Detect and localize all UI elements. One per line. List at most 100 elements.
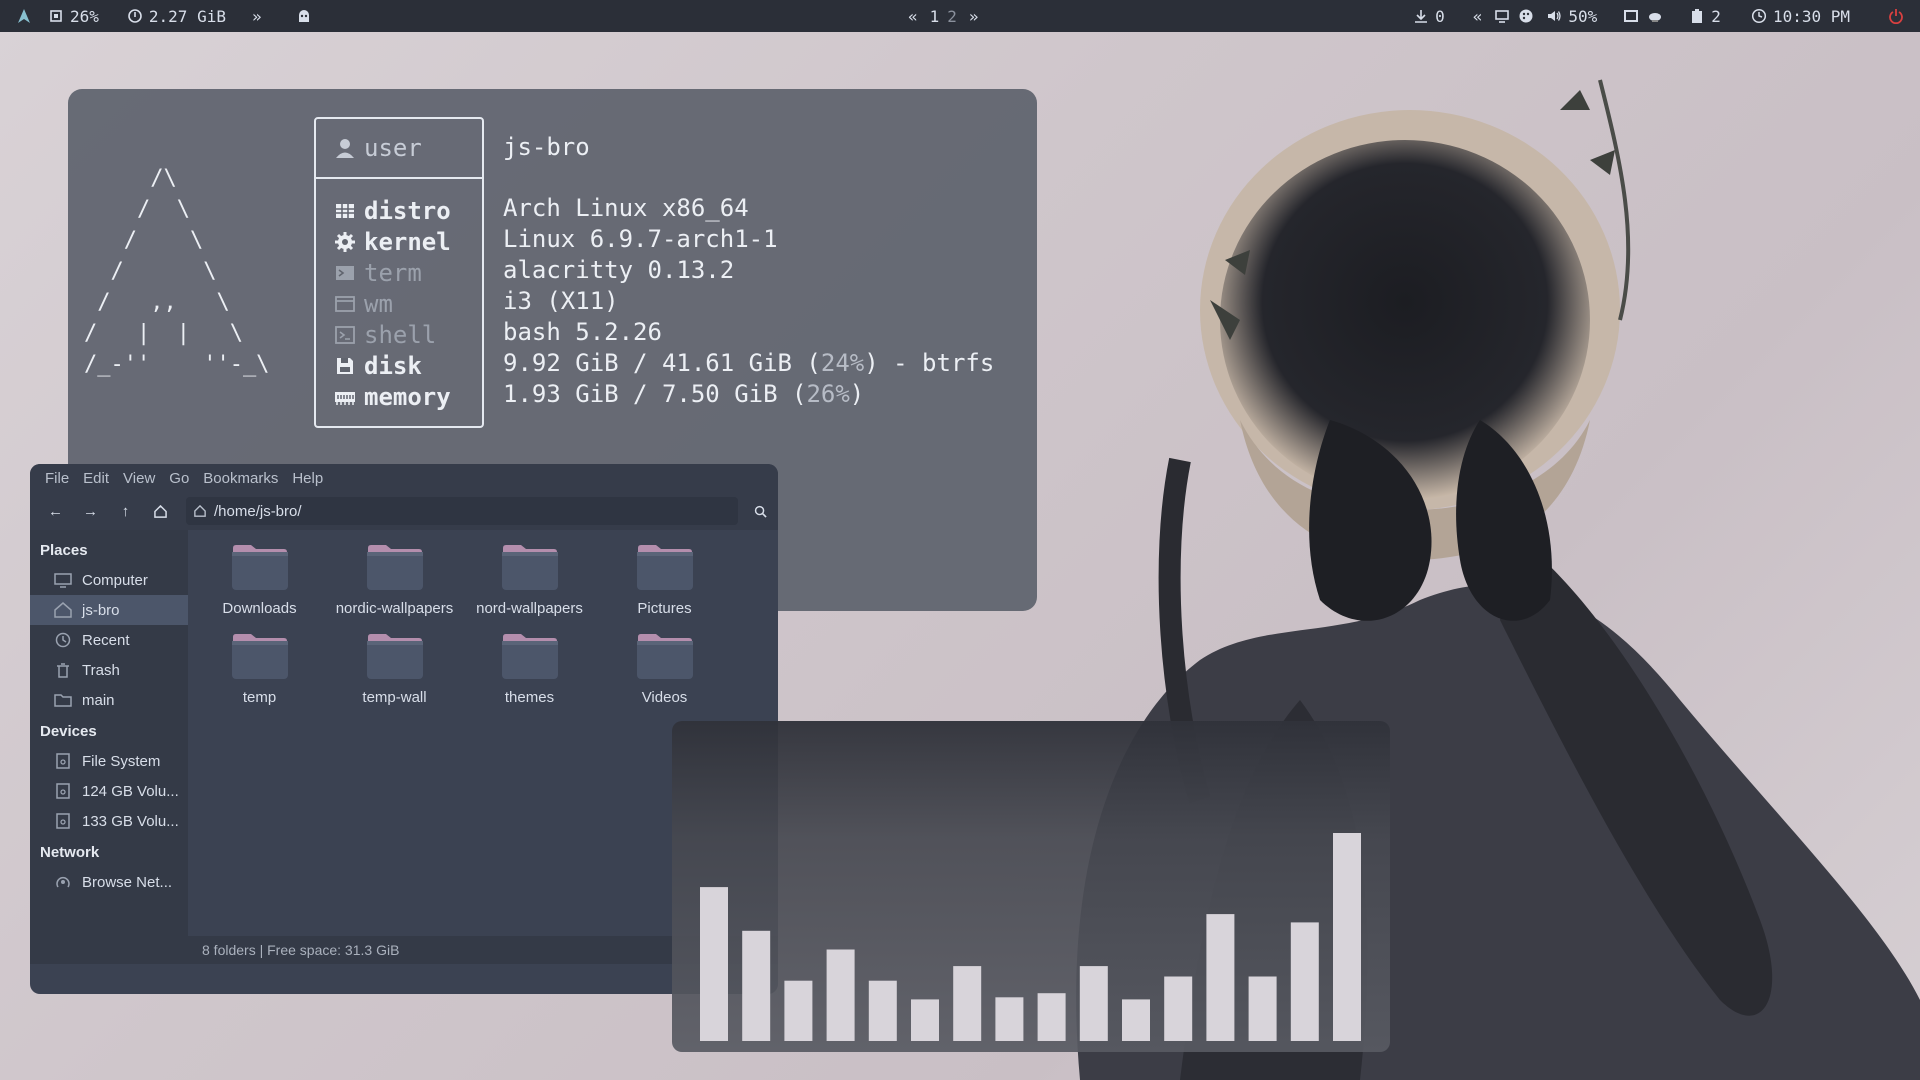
up-button[interactable]: ↑ (110, 497, 141, 525)
sidebar-item-computer[interactable]: Computer (30, 565, 188, 595)
download-icon (1415, 10, 1428, 23)
fetch-value-tail: ) (849, 380, 865, 408)
arrow-up-icon: ↑ (121, 502, 130, 520)
chevron-double-right-icon: » (251, 6, 262, 26)
memory-widget[interactable]: 2.27 GiB (119, 7, 234, 26)
clock-widget[interactable]: 10:30 PM (1743, 7, 1858, 26)
drive-icon (56, 783, 70, 799)
folder-grid: Downloads nordic-wallpapers nord-wallpap… (188, 530, 778, 706)
visualizer-bar (1290, 922, 1319, 1041)
search-icon (754, 505, 767, 518)
visualizer-bar (700, 887, 728, 1041)
theme-button[interactable] (1514, 8, 1538, 24)
visualizer-bar (953, 966, 982, 1041)
workspace-next-button[interactable]: » (961, 7, 987, 26)
app-tray-button[interactable] (288, 8, 320, 24)
clipboard-widget[interactable]: 2 (1681, 7, 1729, 26)
visualizer-bar (826, 949, 855, 1041)
visualizer-bar (911, 999, 939, 1041)
tray-collapse-button[interactable]: « (1465, 7, 1491, 26)
top-bar: 26% 2.27 GiB » « 1 2 » 0 « 50% 2 10:30 P… (0, 0, 1920, 32)
folder-item[interactable]: nordic-wallpapers (327, 540, 462, 617)
sidebar-item-label: 133 GB Volu... (82, 812, 179, 830)
folder-name: Pictures (637, 600, 692, 617)
workspace-2[interactable]: 2 (943, 7, 961, 26)
arrow-left-icon: ← (48, 502, 63, 520)
menu-go[interactable]: Go (162, 470, 196, 487)
fetch-value-wm: i3 (X11) (503, 287, 619, 315)
visualizer-bar (1037, 993, 1066, 1041)
menu-help[interactable]: Help (285, 470, 330, 487)
menu-bookmarks[interactable]: Bookmarks (196, 470, 285, 487)
menu-bar: File Edit View Go Bookmarks Help (30, 464, 778, 492)
folder-icon (231, 634, 288, 679)
clipboard-count: 2 (1711, 6, 1721, 26)
sidebar-item-label: Computer (82, 571, 148, 589)
fetch-key-box: user distro kernel term wm shell disk memory (314, 117, 484, 428)
folder-item[interactable]: temp-wall (327, 629, 462, 706)
cpu-value: 26% (70, 6, 99, 26)
folder-item[interactable]: Downloads (192, 540, 327, 617)
folder-name: Videos (641, 689, 688, 706)
menu-view[interactable]: View (116, 470, 162, 487)
display-button[interactable] (1490, 8, 1514, 24)
trash-icon (57, 663, 69, 678)
fetch-value-tail: ) - btrfs (864, 349, 995, 377)
visualizer-bar (1206, 914, 1235, 1041)
fetch-key-memory: memory (316, 381, 482, 412)
sidebar-item-browse-net[interactable]: Browse Net... (30, 867, 188, 897)
sidebar-item-file-system[interactable]: File System (30, 746, 188, 776)
network-list: Browse Net... (30, 867, 188, 897)
workspace-prev-button[interactable]: « (900, 7, 926, 26)
fetch-key-label: kernel (364, 227, 451, 256)
arch-launcher-button[interactable] (8, 8, 40, 24)
folder-name: nord-wallpapers (476, 600, 583, 617)
sidebar-item-trash[interactable]: Trash (30, 655, 188, 685)
floppy-icon (337, 357, 353, 374)
search-button[interactable] (746, 497, 774, 525)
workspace-1[interactable]: 1 (926, 7, 944, 26)
folder-icon (54, 694, 72, 707)
fetch-value-rows: Arch Linux x86_64 Linux 6.9.7-arch1-1 alac… (503, 193, 994, 410)
tray-app-button[interactable] (1643, 8, 1667, 24)
cpu-widget[interactable]: 26% (40, 7, 107, 26)
palette-icon (1519, 9, 1533, 23)
screen-button[interactable] (1619, 8, 1643, 24)
user-icon (336, 139, 354, 158)
sidebar-item-133-gb-volu[interactable]: 133 GB Volu... (30, 806, 188, 836)
sidebar-item-main[interactable]: main (30, 685, 188, 715)
folder-item[interactable]: themes (462, 629, 597, 706)
folder-icon (231, 545, 288, 590)
fetch-key-label: memory (364, 382, 451, 411)
sidebar-item-recent[interactable]: Recent (30, 625, 188, 655)
sidebar-item-js-bro[interactable]: js-bro (30, 595, 188, 625)
sidebar-item-124-gb-volu[interactable]: 124 GB Volu... (30, 776, 188, 806)
fetch-key-label: distro (364, 196, 451, 225)
visualizer-bar (1164, 976, 1193, 1041)
fetch-key-label: disk (364, 351, 422, 380)
file-manager-body: Places Computer js-bro Recent Trash main Dev… (30, 530, 778, 964)
volume-widget[interactable]: 50% (1538, 7, 1605, 26)
back-button[interactable]: ← (40, 497, 71, 525)
computer-icon (54, 573, 72, 588)
home-icon (54, 602, 72, 618)
downloads-widget[interactable]: 0 (1405, 7, 1453, 26)
menu-edit[interactable]: Edit (76, 470, 116, 487)
folder-item[interactable]: temp (192, 629, 327, 706)
home-icon (154, 504, 167, 518)
folder-item[interactable]: Videos (597, 629, 732, 706)
menu-file[interactable]: File (38, 470, 76, 487)
folder-item[interactable]: Pictures (597, 540, 732, 617)
fetch-key-label: wm (364, 289, 393, 318)
home-button[interactable] (145, 497, 176, 525)
clipboard-icon (1692, 9, 1703, 23)
fetch-keys: distro kernel term wm shell disk memory (316, 179, 482, 412)
sidebar-item-label: Trash (82, 661, 120, 679)
folder-name: temp-wall (362, 689, 427, 706)
folder-item[interactable]: nord-wallpapers (462, 540, 597, 617)
expand-left-button[interactable]: » (244, 7, 270, 26)
forward-button[interactable]: → (75, 497, 106, 525)
location-bar[interactable]: /home/js-bro/ (186, 497, 738, 525)
power-button[interactable] (1880, 8, 1912, 24)
speaker-icon (1548, 11, 1562, 21)
